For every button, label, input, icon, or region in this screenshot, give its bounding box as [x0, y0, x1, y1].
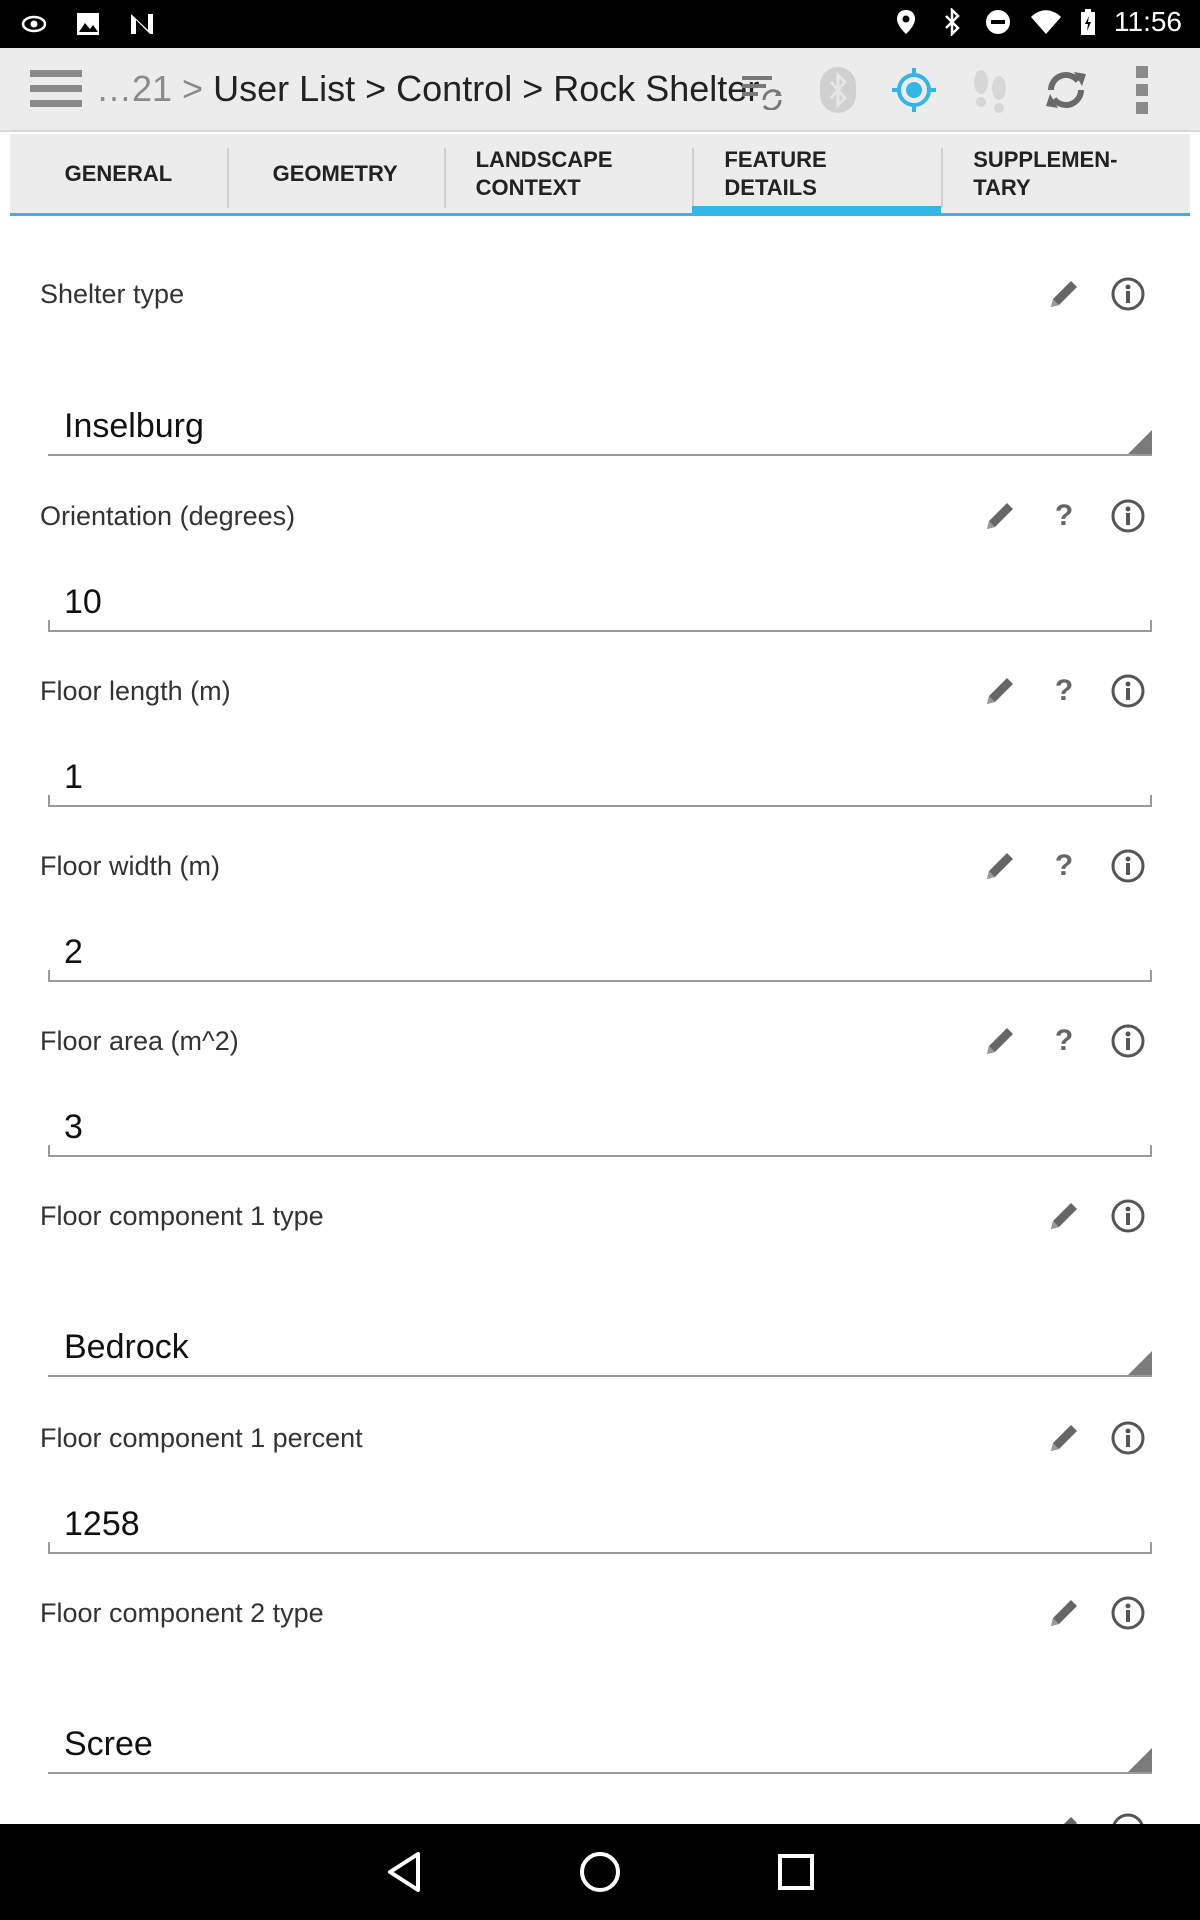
field-value: 10 — [64, 583, 102, 621]
field-value: 2 — [64, 933, 83, 971]
field-label-row: Shelter type — [40, 270, 1160, 318]
field-value: Inselburg — [64, 407, 204, 445]
bluetooth-off-icon[interactable] — [810, 62, 866, 118]
field-label-row: Floor component 1 type — [40, 1192, 1160, 1240]
field-label-row: Floor component 1 percent — [40, 1414, 1160, 1462]
shelter-type-select[interactable]: Inselburg — [48, 376, 1152, 456]
footsteps-icon[interactable] — [962, 62, 1018, 118]
field-label: Floor length (m) — [40, 675, 231, 706]
breadcrumb-path[interactable]: User List > Control > Rock Shelter — [213, 68, 759, 109]
field-value: 3 — [64, 1108, 83, 1146]
bluetooth-icon — [945, 8, 960, 36]
info-icon[interactable] — [1096, 1806, 1160, 1824]
field-label: Floor area (m^2) — [40, 1025, 239, 1056]
pencil-icon[interactable] — [968, 492, 1032, 540]
pencil-icon[interactable] — [1032, 1192, 1096, 1240]
wifi-icon — [1031, 10, 1061, 34]
recents-icon[interactable] — [772, 1848, 820, 1896]
pencil-icon[interactable] — [1032, 1589, 1096, 1637]
field-label-row: Floor area (m^2) ? — [40, 1017, 1160, 1065]
help-icon[interactable]: ? — [1032, 1017, 1096, 1065]
sync-list-icon[interactable] — [734, 62, 790, 118]
field-value: Bedrock — [64, 1328, 189, 1366]
overflow-menu-icon[interactable] — [1114, 62, 1170, 118]
info-icon[interactable] — [1096, 1589, 1160, 1637]
vision-icon — [21, 15, 47, 33]
pencil-icon[interactable] — [968, 842, 1032, 890]
field-label: Floor width (m) — [40, 850, 221, 881]
tab-supplementary[interactable]: SUPPLEMEN- TARY — [941, 134, 1190, 213]
floor-width-input[interactable]: 2 — [48, 922, 1152, 982]
pencil-icon[interactable] — [968, 667, 1032, 715]
info-icon[interactable] — [1096, 492, 1160, 540]
tab-label: FEATURE DETAILS — [724, 146, 827, 200]
n-icon — [131, 14, 153, 34]
breadcrumb[interactable]: …21 > User List > Control > Rock Shelter — [96, 68, 759, 110]
navigation-bar — [0, 1824, 1200, 1920]
tab-general[interactable]: GENERAL — [10, 134, 227, 213]
dropdown-arrow-icon — [1128, 1351, 1152, 1375]
field-label-row: Floor length (m) ? — [40, 667, 1160, 715]
tab-feature-details[interactable]: FEATURE DETAILS — [692, 134, 941, 216]
field-label: Orientation (degrees) — [40, 500, 296, 531]
field-label: Shelter type — [40, 278, 185, 309]
status-bar: 11:56 — [0, 0, 1200, 48]
field-label-row: Orientation (degrees) ? — [40, 492, 1160, 540]
tab-label: SUPPLEMEN- TARY — [973, 146, 1118, 200]
action-bar: …21 > User List > Control > Rock Shelter — [0, 48, 1200, 132]
field-value: Scree — [64, 1725, 153, 1763]
info-icon[interactable] — [1096, 1017, 1160, 1065]
gps-icon[interactable] — [886, 62, 942, 118]
floor-component-2-type-select[interactable]: Scree — [48, 1694, 1152, 1774]
field-value: 1258 — [64, 1505, 140, 1543]
floor-component-1-type-select[interactable]: Bedrock — [48, 1297, 1152, 1377]
help-icon[interactable]: ? — [1032, 492, 1096, 540]
tab-label: LANDSCAPE CONTEXT — [475, 146, 613, 200]
field-value: 1 — [64, 758, 83, 796]
home-icon[interactable] — [576, 1848, 624, 1896]
tab-landscape-context[interactable]: LANDSCAPE CONTEXT — [443, 134, 693, 213]
field-label: Floor component 1 percent — [40, 1422, 363, 1453]
location-icon — [897, 10, 915, 34]
tab-label: GENERAL — [64, 160, 173, 186]
pencil-icon[interactable] — [968, 1017, 1032, 1065]
breadcrumb-prefix[interactable]: …21 > — [96, 68, 203, 109]
floor-length-input[interactable]: 1 — [48, 747, 1152, 807]
field-label: Floor component 1 type — [40, 1200, 324, 1231]
image-icon — [77, 13, 99, 35]
do-not-disturb-icon — [986, 10, 1010, 34]
floor-area-input[interactable]: 3 — [48, 1097, 1152, 1157]
tab-bar: GENERAL GEOMETRY LANDSCAPE CONTEXT FEATU… — [10, 134, 1190, 216]
field-label-row: Floor component 2 type — [40, 1589, 1160, 1637]
tab-label: GEOMETRY — [272, 160, 398, 186]
pencil-icon[interactable] — [1032, 1414, 1096, 1462]
field-label-row: Floor width (m) ? — [40, 842, 1160, 890]
menu-icon[interactable] — [30, 70, 82, 110]
info-icon[interactable] — [1096, 842, 1160, 890]
info-icon[interactable] — [1096, 1414, 1160, 1462]
pencil-icon[interactable] — [1032, 1806, 1096, 1824]
field-label: Floor component 2 type — [40, 1597, 324, 1628]
floor-component-1-percent-input[interactable]: 1258 — [48, 1494, 1152, 1554]
pencil-icon[interactable] — [1032, 270, 1096, 318]
help-icon[interactable]: ? — [1032, 667, 1096, 715]
info-icon[interactable] — [1096, 1192, 1160, 1240]
dropdown-arrow-icon — [1128, 1748, 1152, 1772]
back-icon[interactable] — [380, 1848, 428, 1896]
field-label-row — [40, 1806, 1160, 1824]
battery-icon — [1081, 9, 1095, 35]
tab-geometry[interactable]: GEOMETRY — [226, 134, 444, 213]
info-icon[interactable] — [1096, 667, 1160, 715]
orientation-input[interactable]: 10 — [48, 572, 1152, 632]
help-icon[interactable]: ? — [1032, 842, 1096, 890]
status-time: 11:56 — [1114, 6, 1182, 37]
refresh-icon[interactable] — [1038, 62, 1094, 118]
feature-details-form: Shelter type Inselburg Orientation (degr… — [10, 216, 1190, 1824]
info-icon[interactable] — [1096, 270, 1160, 318]
dropdown-arrow-icon — [1128, 430, 1152, 454]
